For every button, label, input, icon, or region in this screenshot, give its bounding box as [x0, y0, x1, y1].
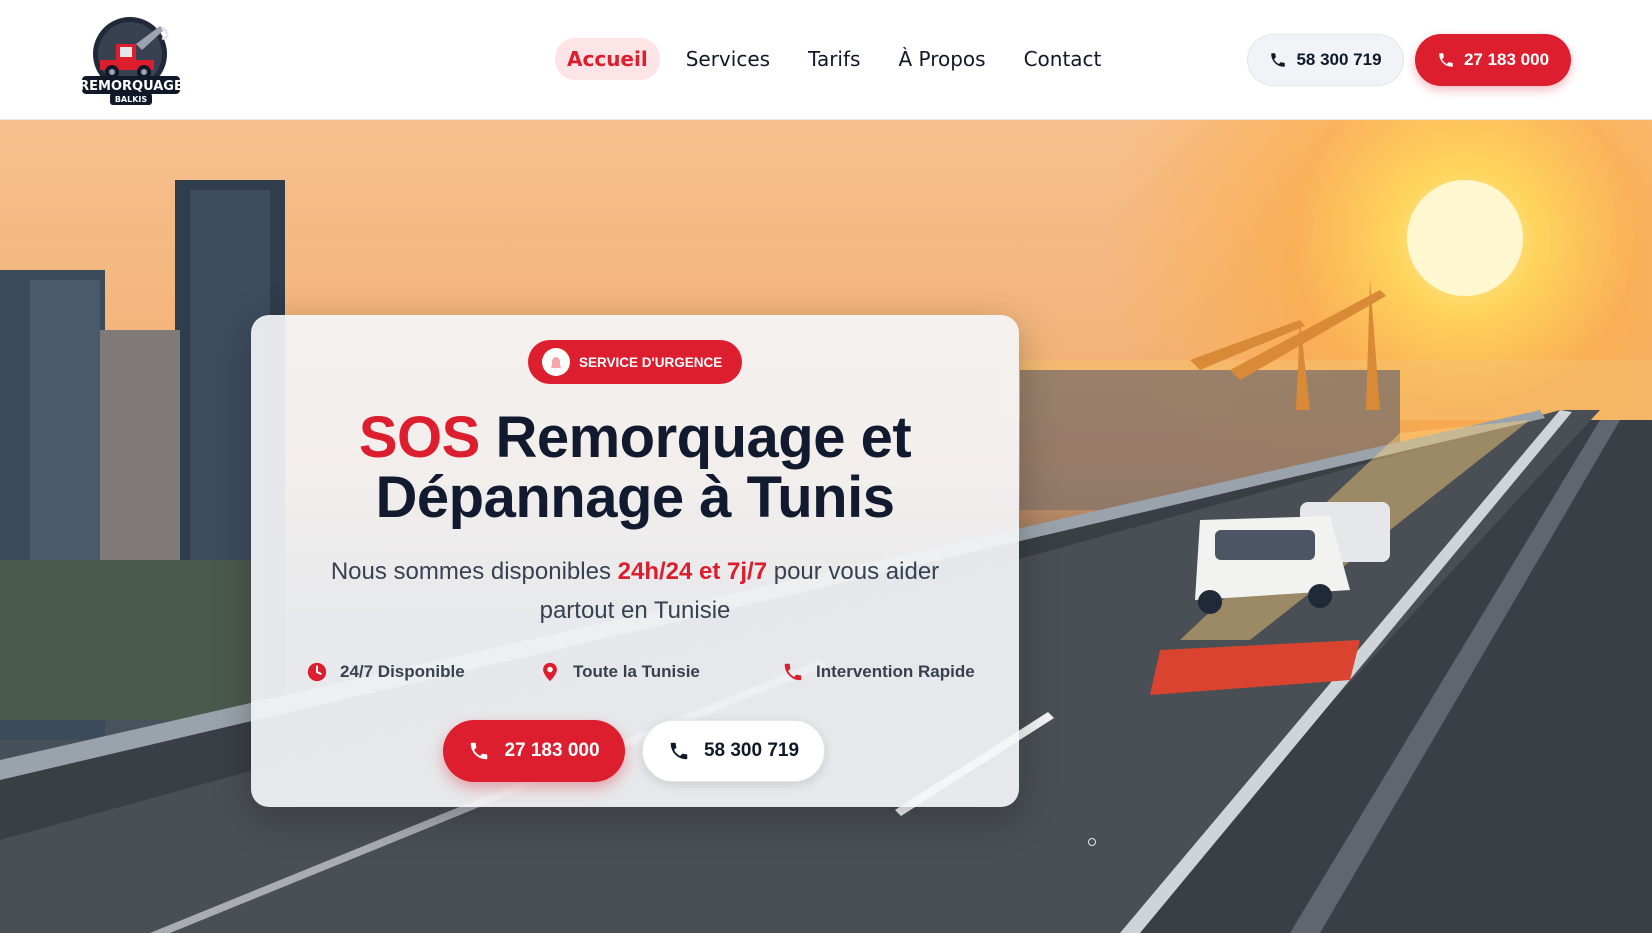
feature-label: 24/7 Disponible — [340, 662, 465, 681]
phone-icon — [1439, 53, 1453, 67]
feature-label: Toute la Tunisie — [573, 662, 700, 681]
hero-title-line2: Dépannage à Tunis — [375, 465, 895, 530]
call-primary-label: 27 183 000 — [504, 740, 600, 761]
hero-title-line1: Remorquage et — [479, 405, 912, 470]
hero-title: SOS Remorquage et Dépannage à Tunis — [251, 408, 1019, 528]
feature-list: 24/7 Disponible Toute la Tunisie Interve… — [251, 661, 1019, 691]
main-nav: Accueil Services Tarifs À Propos Contact — [555, 38, 1113, 80]
header-call-button-primary[interactable]: 27 183 000 — [1415, 34, 1571, 86]
feature-availability: 24/7 Disponible — [306, 661, 465, 683]
nav-item-tarifs[interactable]: Tarifs — [796, 38, 872, 80]
call-primary-button[interactable]: 27 183 000 — [443, 720, 625, 782]
call-secondary-button[interactable]: 58 300 719 — [642, 720, 825, 782]
svg-text:BALKIS: BALKIS — [115, 95, 148, 104]
map-pin-icon — [543, 662, 557, 682]
call-secondary-label: 58 300 719 — [703, 740, 800, 761]
siren-icon — [542, 348, 570, 376]
header-call-button-secondary[interactable]: 58 300 719 — [1247, 34, 1404, 86]
hero-subtitle-before: Nous sommes disponibles — [330, 558, 618, 585]
feature-fast-intervention: Intervention Rapide — [782, 661, 975, 683]
site-header: REMORQUAGE BALKIS Accueil Services Tarif… — [0, 0, 1652, 120]
phone-icon — [1271, 53, 1286, 67]
nav-item-contact[interactable]: Contact — [1012, 38, 1114, 80]
phone-icon — [784, 663, 802, 681]
phone-icon — [471, 742, 488, 760]
phone-icon — [670, 742, 688, 760]
emergency-badge-label: SERVICE D'URGENCE — [579, 354, 723, 370]
remorquage-balkis-logo[interactable]: REMORQUAGE BALKIS — [79, 14, 183, 106]
clock-icon — [307, 662, 327, 682]
hero-section: SERVICE D'URGENCE SOS Remorquage et Dépan… — [0, 120, 1652, 933]
svg-text:REMORQUAGE: REMORQUAGE — [80, 79, 182, 94]
nav-item-services[interactable]: Services — [674, 38, 782, 80]
nav-item-accueil[interactable]: Accueil — [555, 38, 660, 80]
header-phone-secondary: 58 300 719 — [1296, 50, 1382, 69]
hero-subtitle: Nous sommes disponibles 24h/24 et 7j/7 p… — [291, 552, 979, 630]
hero-subtitle-highlight: 24h/24 et 7j/7 — [617, 558, 768, 585]
feature-coverage: Toute la Tunisie — [539, 661, 700, 683]
nav-item-a-propos[interactable]: À Propos — [886, 38, 997, 80]
hero-card: SERVICE D'URGENCE SOS Remorquage et Dépan… — [251, 315, 1019, 807]
header-phone-primary: 27 183 000 — [1463, 50, 1550, 69]
emergency-badge: SERVICE D'URGENCE — [528, 340, 742, 384]
hero-title-highlight: SOS — [358, 405, 481, 470]
carousel-indicator-dot[interactable] — [1088, 838, 1096, 846]
feature-label: Intervention Rapide — [816, 662, 975, 681]
